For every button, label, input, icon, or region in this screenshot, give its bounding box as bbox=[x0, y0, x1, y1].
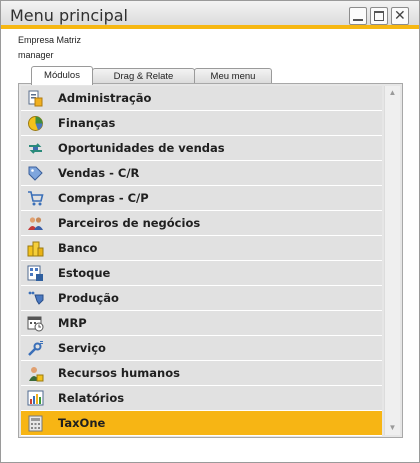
main-menu-window: Menu principal ✕ Empresa Matriz manager … bbox=[0, 0, 420, 463]
finance-pie-icon bbox=[28, 116, 43, 131]
module-item-financas[interactable]: Finanças bbox=[21, 111, 382, 136]
module-item-administracao[interactable]: Administração bbox=[21, 86, 382, 111]
module-item-relatorios[interactable]: Relatórios bbox=[21, 386, 382, 411]
tab-drag-relate[interactable]: Drag & Relate bbox=[92, 68, 195, 84]
close-icon: ✕ bbox=[394, 8, 406, 24]
scroll-up-arrow-icon[interactable]: ▲ bbox=[385, 86, 400, 100]
business-partners-icon bbox=[28, 217, 43, 230]
module-label: Serviço bbox=[58, 341, 106, 355]
module-label: Finanças bbox=[58, 116, 116, 130]
shopping-cart-icon bbox=[28, 191, 44, 206]
window-title: Menu principal bbox=[10, 6, 128, 25]
company-name: Empresa Matriz bbox=[18, 35, 82, 45]
module-label: Oportunidades de vendas bbox=[58, 141, 225, 155]
module-item-vendas-cr[interactable]: Vendas - C/R bbox=[21, 161, 382, 186]
sales-opportunities-icon bbox=[29, 143, 42, 154]
bank-icon bbox=[27, 241, 44, 257]
module-item-servico[interactable]: Serviço bbox=[21, 336, 382, 361]
module-label: Estoque bbox=[58, 266, 111, 280]
module-item-mrp[interactable]: MRP bbox=[21, 311, 382, 336]
maximize-button[interactable] bbox=[370, 7, 388, 25]
module-item-recursos-humanos[interactable]: Recursos humanos bbox=[21, 361, 382, 386]
module-label: TaxOne bbox=[58, 416, 106, 430]
module-label: Compras - C/P bbox=[58, 191, 149, 205]
reports-icon bbox=[27, 390, 44, 406]
title-bar[interactable]: Menu principal ✕ bbox=[1, 1, 419, 29]
module-label: MRP bbox=[58, 316, 87, 330]
scroll-down-arrow-icon[interactable]: ▼ bbox=[385, 421, 400, 435]
module-item-producao[interactable]: Produção bbox=[21, 286, 382, 311]
mrp-icon bbox=[27, 316, 44, 332]
minimize-button[interactable] bbox=[349, 7, 367, 25]
taxone-icon bbox=[28, 415, 43, 432]
module-label: Relatórios bbox=[58, 391, 125, 405]
administration-icon bbox=[28, 90, 43, 107]
module-item-compras-cp[interactable]: Compras - C/P bbox=[21, 186, 382, 211]
tab-meu-menu[interactable]: Meu menu bbox=[194, 68, 272, 84]
tab-modulos[interactable]: Módulos bbox=[31, 66, 93, 85]
sales-tag-icon bbox=[28, 166, 43, 181]
module-item-estoque[interactable]: Estoque bbox=[21, 261, 382, 286]
module-item-parceiros-de-negocios[interactable]: Parceiros de negócios bbox=[21, 211, 382, 236]
user-name: manager bbox=[18, 50, 54, 60]
modules-list: Administração Finanças Oportunidades de … bbox=[21, 86, 382, 436]
close-button[interactable]: ✕ bbox=[391, 7, 409, 25]
module-item-oportunidades-de-vendas[interactable]: Oportunidades de vendas bbox=[21, 136, 382, 161]
module-label: Produção bbox=[58, 291, 119, 305]
modules-panel: Administração Finanças Oportunidades de … bbox=[18, 83, 403, 438]
module-item-banco[interactable]: Banco bbox=[21, 236, 382, 261]
vertical-scrollbar[interactable]: ▲ ▼ bbox=[384, 86, 400, 435]
minimize-icon bbox=[353, 19, 363, 21]
module-label: Vendas - C/R bbox=[58, 166, 140, 180]
service-wrench-icon bbox=[28, 341, 43, 356]
human-resources-icon bbox=[29, 367, 44, 382]
module-label: Administração bbox=[58, 91, 152, 105]
inventory-icon bbox=[27, 265, 43, 281]
module-label: Parceiros de negócios bbox=[58, 216, 201, 230]
module-label: Recursos humanos bbox=[58, 366, 180, 380]
production-icon bbox=[28, 291, 44, 305]
module-item-taxone[interactable]: TaxOne bbox=[21, 411, 382, 436]
maximize-icon bbox=[374, 11, 384, 21]
module-label: Banco bbox=[58, 241, 98, 255]
